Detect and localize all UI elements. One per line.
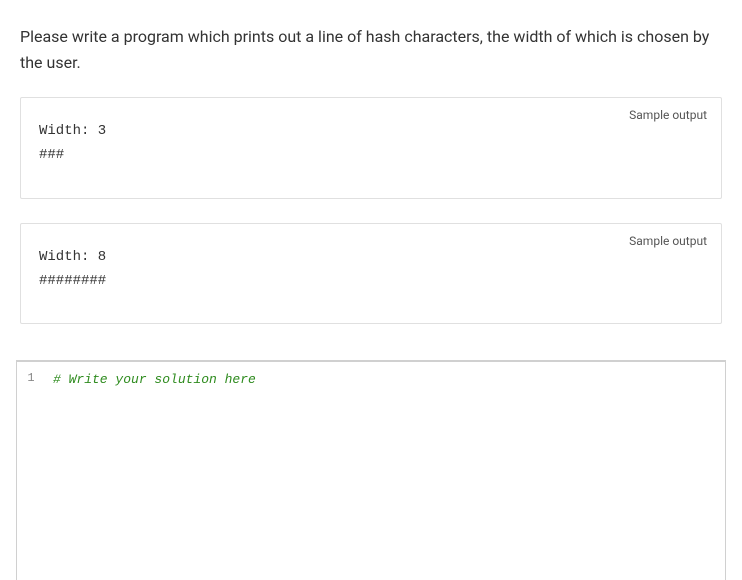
sample-line: Width: 8 (39, 246, 703, 270)
line-number: 1 (17, 368, 53, 391)
sample-output-2: Sample output Width: 8 ######## (20, 223, 722, 325)
code-editor[interactable]: 1 # Write your solution here (16, 360, 726, 580)
sample-label: Sample output (629, 108, 707, 122)
code-comment: # Write your solution here (53, 368, 256, 391)
sample-line: ######## (39, 270, 703, 294)
sample-output-1: Sample output Width: 3 ### (20, 97, 722, 199)
sample-line: Width: 3 (39, 120, 703, 144)
code-line: 1 # Write your solution here (17, 362, 725, 391)
sample-label: Sample output (629, 234, 707, 248)
sample-content: Width: 3 ### (39, 120, 703, 168)
problem-statement: Please write a program which prints out … (20, 24, 722, 75)
sample-content: Width: 8 ######## (39, 246, 703, 294)
sample-line: ### (39, 144, 703, 168)
